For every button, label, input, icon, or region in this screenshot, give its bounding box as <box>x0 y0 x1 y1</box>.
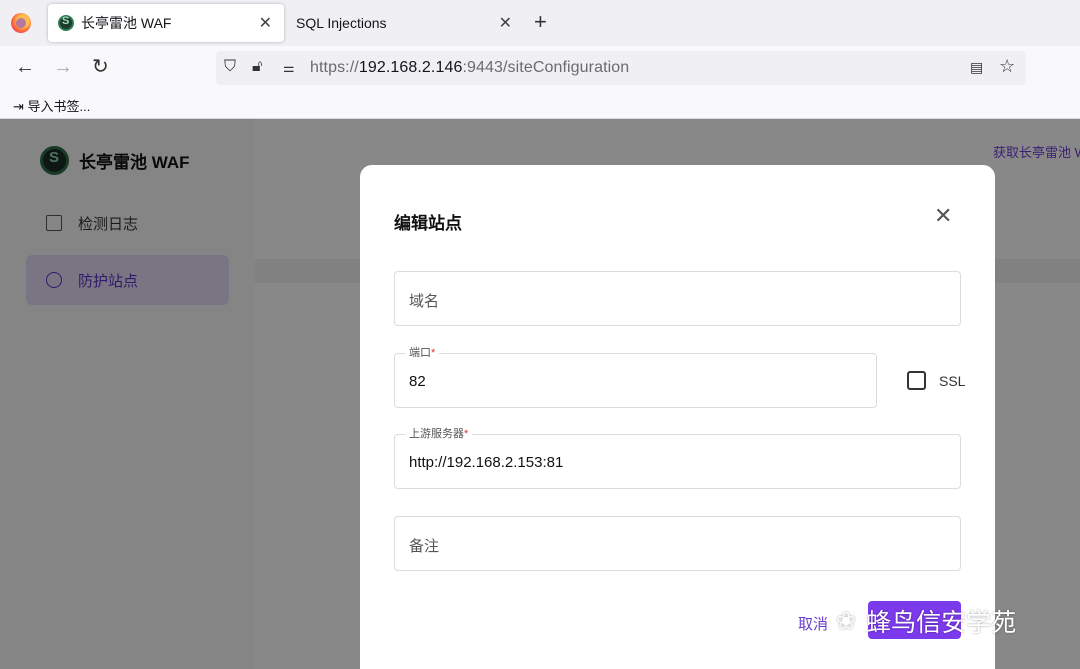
extension-icon[interactable]: ▤ <box>970 59 983 76</box>
bookmarks-bar: ⇥ 导入书签... <box>0 90 1080 119</box>
checkbox-icon[interactable] <box>907 371 926 390</box>
close-icon[interactable]: ✕ <box>934 205 952 227</box>
permissions-icon[interactable]: ⚌ <box>283 60 295 76</box>
browser-tab-bar: 长亭雷池 WAF ✕ SQL Injections ✕ + <box>0 0 1080 46</box>
bookmark-star-icon[interactable]: ☆ <box>999 56 1015 77</box>
close-tab-icon[interactable]: ✕ <box>499 13 512 33</box>
firefox-icon[interactable] <box>11 13 31 33</box>
wechat-logo-icon: ❀ <box>836 607 857 635</box>
close-tab-icon[interactable]: ✕ <box>259 13 272 33</box>
dialog-title: 编辑站点 <box>394 214 462 233</box>
new-tab-icon[interactable]: + <box>534 11 547 33</box>
watermark-text: 蜂鸟信安学苑 <box>866 609 1017 637</box>
remark-field[interactable]: 备注 <box>394 516 961 571</box>
upstream-server-field[interactable]: 上游服务器* http://192.168.2.153:81 <box>394 425 961 489</box>
shield-icon[interactable]: ⛉ <box>224 58 236 76</box>
port-label: 端口* <box>405 344 440 360</box>
domain-field[interactable]: 域名 <box>394 271 961 326</box>
tab-title: SQL Injections <box>296 15 387 31</box>
tab-title: 长亭雷池 WAF <box>81 15 172 31</box>
forward-arrow-icon[interactable]: → <box>53 56 73 78</box>
address-bar[interactable]: ⛉ 🔓︎ ⚌ https://192.168.2.146:9443/siteCo… <box>216 51 1026 85</box>
port-field[interactable]: 端口* 82 <box>394 344 877 408</box>
waf-favicon-icon <box>58 15 74 31</box>
lock-warning-icon[interactable]: 🔓︎ <box>252 58 262 76</box>
edit-site-dialog: 编辑站点 ✕ 域名 端口* 82 SSL 上游服务器* http://192.1… <box>360 165 995 669</box>
cancel-button[interactable]: 取消 <box>798 613 828 634</box>
reload-icon[interactable]: ↻ <box>92 56 109 78</box>
ssl-label: SSL <box>939 372 966 389</box>
domain-placeholder: 域名 <box>409 293 440 310</box>
url-text[interactable]: https://192.168.2.146:9443/siteConfigura… <box>310 59 629 77</box>
ssl-checkbox[interactable]: SSL <box>907 371 965 390</box>
import-bookmarks-link[interactable]: ⇥ 导入书签... <box>13 96 90 115</box>
tab-waf[interactable]: 长亭雷池 WAF ✕ <box>48 4 284 42</box>
port-value: 82 <box>409 373 426 390</box>
tab-sql-injections[interactable]: SQL Injections ✕ <box>284 4 524 42</box>
remark-placeholder: 备注 <box>409 538 440 555</box>
watermark: ❀ 蜂鸟信安学苑 <box>836 603 1016 639</box>
upstream-value: http://192.168.2.153:81 <box>409 454 564 471</box>
upstream-label: 上游服务器* <box>405 425 473 441</box>
back-arrow-icon[interactable]: ← <box>15 56 35 78</box>
